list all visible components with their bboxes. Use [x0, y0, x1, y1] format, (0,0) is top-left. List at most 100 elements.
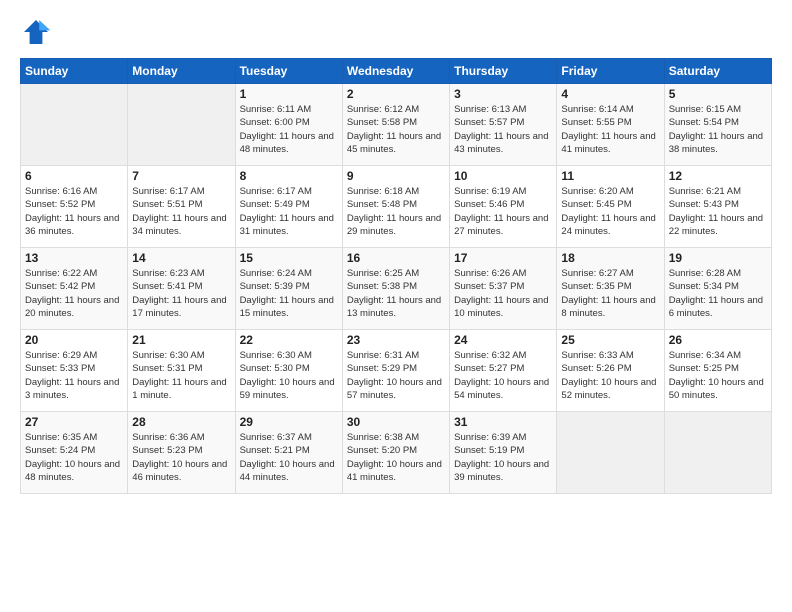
sunrise-text: Sunrise: 6:31 AM — [347, 349, 445, 362]
sunrise-text: Sunrise: 6:13 AM — [454, 103, 552, 116]
sunset-text: Sunset: 5:58 PM — [347, 116, 445, 129]
day-number: 15 — [240, 251, 338, 265]
calendar-cell: 14 Sunrise: 6:23 AM Sunset: 5:41 PM Dayl… — [128, 248, 235, 330]
daylight-text: Daylight: 11 hours and 24 minutes. — [561, 212, 659, 239]
sunrise-text: Sunrise: 6:16 AM — [25, 185, 123, 198]
daylight-text: Daylight: 11 hours and 48 minutes. — [240, 130, 338, 157]
day-number: 12 — [669, 169, 767, 183]
sunrise-text: Sunrise: 6:23 AM — [132, 267, 230, 280]
sunset-text: Sunset: 5:34 PM — [669, 280, 767, 293]
daylight-text: Daylight: 11 hours and 22 minutes. — [669, 212, 767, 239]
calendar-cell: 6 Sunrise: 6:16 AM Sunset: 5:52 PM Dayli… — [21, 166, 128, 248]
logo — [20, 16, 56, 48]
day-number: 20 — [25, 333, 123, 347]
calendar-cell: 11 Sunrise: 6:20 AM Sunset: 5:45 PM Dayl… — [557, 166, 664, 248]
sunset-text: Sunset: 5:21 PM — [240, 444, 338, 457]
day-number: 8 — [240, 169, 338, 183]
daylight-text: Daylight: 11 hours and 34 minutes. — [132, 212, 230, 239]
sunrise-text: Sunrise: 6:35 AM — [25, 431, 123, 444]
page: SundayMondayTuesdayWednesdayThursdayFrid… — [0, 0, 792, 612]
calendar-cell — [21, 84, 128, 166]
daylight-text: Daylight: 10 hours and 54 minutes. — [454, 376, 552, 403]
calendar-cell — [664, 412, 771, 494]
sunset-text: Sunset: 5:38 PM — [347, 280, 445, 293]
sunset-text: Sunset: 5:46 PM — [454, 198, 552, 211]
day-number: 31 — [454, 415, 552, 429]
daylight-text: Daylight: 11 hours and 20 minutes. — [25, 294, 123, 321]
sunrise-text: Sunrise: 6:33 AM — [561, 349, 659, 362]
calendar-cell: 24 Sunrise: 6:32 AM Sunset: 5:27 PM Dayl… — [450, 330, 557, 412]
daylight-text: Daylight: 10 hours and 44 minutes. — [240, 458, 338, 485]
sunrise-text: Sunrise: 6:29 AM — [25, 349, 123, 362]
calendar-cell: 18 Sunrise: 6:27 AM Sunset: 5:35 PM Dayl… — [557, 248, 664, 330]
sunset-text: Sunset: 5:45 PM — [561, 198, 659, 211]
day-number: 10 — [454, 169, 552, 183]
day-number: 3 — [454, 87, 552, 101]
calendar-cell: 26 Sunrise: 6:34 AM Sunset: 5:25 PM Dayl… — [664, 330, 771, 412]
day-number: 6 — [25, 169, 123, 183]
sunset-text: Sunset: 5:48 PM — [347, 198, 445, 211]
day-number: 16 — [347, 251, 445, 265]
sunrise-text: Sunrise: 6:39 AM — [454, 431, 552, 444]
daylight-text: Daylight: 11 hours and 15 minutes. — [240, 294, 338, 321]
daylight-text: Daylight: 10 hours and 57 minutes. — [347, 376, 445, 403]
calendar-cell: 10 Sunrise: 6:19 AM Sunset: 5:46 PM Dayl… — [450, 166, 557, 248]
sunset-text: Sunset: 5:39 PM — [240, 280, 338, 293]
daylight-text: Daylight: 10 hours and 46 minutes. — [132, 458, 230, 485]
day-number: 23 — [347, 333, 445, 347]
sunset-text: Sunset: 5:52 PM — [25, 198, 123, 211]
calendar-cell: 8 Sunrise: 6:17 AM Sunset: 5:49 PM Dayli… — [235, 166, 342, 248]
day-number: 24 — [454, 333, 552, 347]
day-number: 29 — [240, 415, 338, 429]
calendar-cell: 9 Sunrise: 6:18 AM Sunset: 5:48 PM Dayli… — [342, 166, 449, 248]
calendar-cell: 7 Sunrise: 6:17 AM Sunset: 5:51 PM Dayli… — [128, 166, 235, 248]
daylight-text: Daylight: 10 hours and 48 minutes. — [25, 458, 123, 485]
calendar-week-1: 1 Sunrise: 6:11 AM Sunset: 6:00 PM Dayli… — [21, 84, 772, 166]
sunset-text: Sunset: 5:26 PM — [561, 362, 659, 375]
sunrise-text: Sunrise: 6:24 AM — [240, 267, 338, 280]
daylight-text: Daylight: 11 hours and 8 minutes. — [561, 294, 659, 321]
calendar-cell: 12 Sunrise: 6:21 AM Sunset: 5:43 PM Dayl… — [664, 166, 771, 248]
day-number: 9 — [347, 169, 445, 183]
day-number: 17 — [454, 251, 552, 265]
calendar-cell: 30 Sunrise: 6:38 AM Sunset: 5:20 PM Dayl… — [342, 412, 449, 494]
calendar-cell — [557, 412, 664, 494]
sunset-text: Sunset: 5:42 PM — [25, 280, 123, 293]
calendar-header-row: SundayMondayTuesdayWednesdayThursdayFrid… — [21, 59, 772, 84]
calendar-cell: 19 Sunrise: 6:28 AM Sunset: 5:34 PM Dayl… — [664, 248, 771, 330]
day-number: 27 — [25, 415, 123, 429]
day-header-thursday: Thursday — [450, 59, 557, 84]
day-number: 14 — [132, 251, 230, 265]
sunrise-text: Sunrise: 6:28 AM — [669, 267, 767, 280]
calendar-week-3: 13 Sunrise: 6:22 AM Sunset: 5:42 PM Dayl… — [21, 248, 772, 330]
daylight-text: Daylight: 11 hours and 45 minutes. — [347, 130, 445, 157]
calendar-week-2: 6 Sunrise: 6:16 AM Sunset: 5:52 PM Dayli… — [21, 166, 772, 248]
daylight-text: Daylight: 10 hours and 59 minutes. — [240, 376, 338, 403]
sunset-text: Sunset: 5:51 PM — [132, 198, 230, 211]
sunrise-text: Sunrise: 6:14 AM — [561, 103, 659, 116]
sunrise-text: Sunrise: 6:18 AM — [347, 185, 445, 198]
sunset-text: Sunset: 5:41 PM — [132, 280, 230, 293]
daylight-text: Daylight: 11 hours and 1 minute. — [132, 376, 230, 403]
sunset-text: Sunset: 5:57 PM — [454, 116, 552, 129]
sunrise-text: Sunrise: 6:36 AM — [132, 431, 230, 444]
sunrise-text: Sunrise: 6:15 AM — [669, 103, 767, 116]
sunrise-text: Sunrise: 6:25 AM — [347, 267, 445, 280]
calendar-cell: 27 Sunrise: 6:35 AM Sunset: 5:24 PM Dayl… — [21, 412, 128, 494]
calendar-week-4: 20 Sunrise: 6:29 AM Sunset: 5:33 PM Dayl… — [21, 330, 772, 412]
sunrise-text: Sunrise: 6:34 AM — [669, 349, 767, 362]
sunset-text: Sunset: 5:20 PM — [347, 444, 445, 457]
day-header-sunday: Sunday — [21, 59, 128, 84]
daylight-text: Daylight: 11 hours and 38 minutes. — [669, 130, 767, 157]
sunset-text: Sunset: 5:49 PM — [240, 198, 338, 211]
calendar-cell: 25 Sunrise: 6:33 AM Sunset: 5:26 PM Dayl… — [557, 330, 664, 412]
daylight-text: Daylight: 10 hours and 39 minutes. — [454, 458, 552, 485]
day-number: 28 — [132, 415, 230, 429]
daylight-text: Daylight: 11 hours and 6 minutes. — [669, 294, 767, 321]
calendar-cell: 3 Sunrise: 6:13 AM Sunset: 5:57 PM Dayli… — [450, 84, 557, 166]
sunset-text: Sunset: 5:27 PM — [454, 362, 552, 375]
calendar-cell: 4 Sunrise: 6:14 AM Sunset: 5:55 PM Dayli… — [557, 84, 664, 166]
calendar-cell: 16 Sunrise: 6:25 AM Sunset: 5:38 PM Dayl… — [342, 248, 449, 330]
sunset-text: Sunset: 5:23 PM — [132, 444, 230, 457]
daylight-text: Daylight: 11 hours and 41 minutes. — [561, 130, 659, 157]
